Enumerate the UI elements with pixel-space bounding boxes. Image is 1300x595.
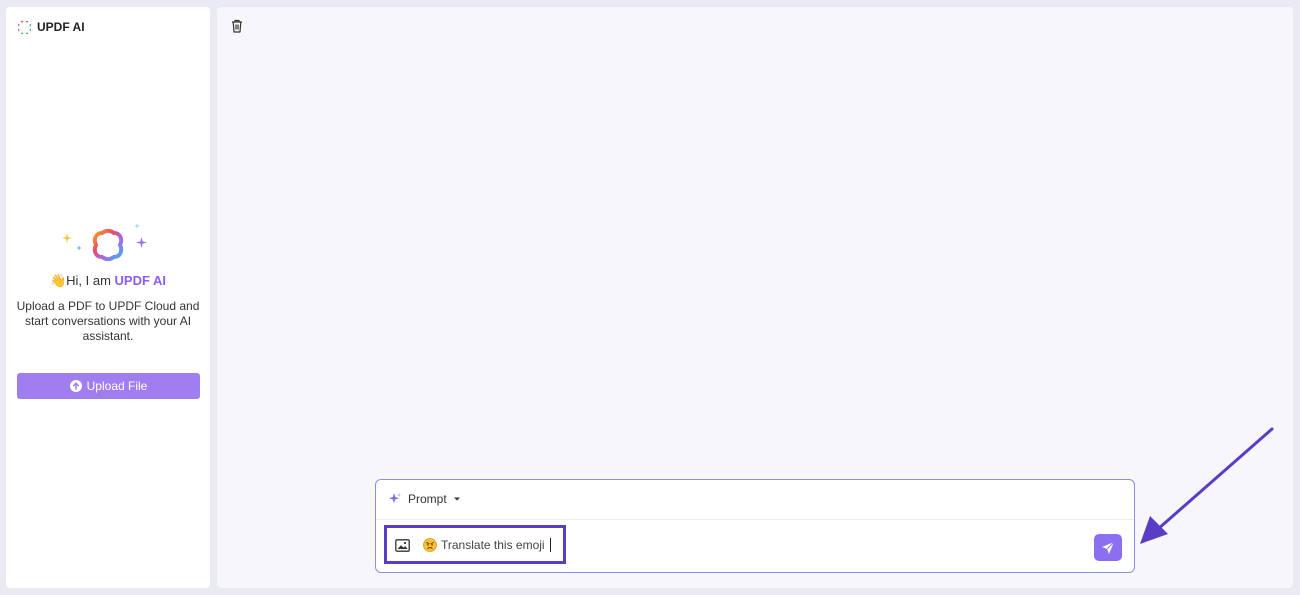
trash-icon bbox=[232, 19, 242, 33]
updf-ai-logo-icon bbox=[92, 229, 124, 261]
app-window: UPDF AI 👋Hi, I am UPDF AI Upload a PDF t… bbox=[0, 0, 1300, 595]
send-button[interactable] bbox=[1094, 534, 1122, 561]
welcome-hero: 👋Hi, I am UPDF AI Upload a PDF to UPDF C… bbox=[6, 223, 210, 344]
sparkle-yellow-icon bbox=[62, 233, 72, 243]
intro-text: Upload a PDF to UPDF Cloud and start con… bbox=[16, 299, 200, 343]
sidebar: UPDF AI 👋Hi, I am UPDF AI Upload a PDF t… bbox=[6, 7, 210, 588]
send-icon bbox=[1102, 541, 1115, 554]
greeting: 👋Hi, I am UPDF AI bbox=[6, 273, 210, 289]
sparkle-icon bbox=[389, 493, 401, 504]
upload-file-button[interactable]: Upload File bbox=[17, 373, 200, 399]
chat-input-text: Translate this emoji bbox=[441, 538, 545, 552]
image-icon bbox=[395, 539, 410, 552]
brand: UPDF AI bbox=[18, 20, 85, 34]
brand-name: UPDF AI bbox=[37, 20, 85, 34]
chat-input-box: Prompt Translate this emoji bbox=[375, 479, 1135, 573]
upload-file-label: Upload File bbox=[86, 379, 148, 393]
prompt-label: Prompt bbox=[408, 492, 447, 506]
caret-down-icon bbox=[453, 497, 460, 501]
attach-image-button[interactable] bbox=[395, 539, 410, 552]
sparkle-small-icon bbox=[134, 223, 140, 229]
prompt-dropdown[interactable]: Prompt bbox=[388, 492, 461, 506]
wave-emoji-icon: 👋 bbox=[49, 273, 67, 288]
sparkle-dot-icon bbox=[76, 245, 82, 251]
hero-logo-area bbox=[6, 223, 210, 267]
annotation-arrow bbox=[1128, 424, 1278, 549]
clear-chat-button[interactable] bbox=[231, 19, 243, 33]
text-caret bbox=[549, 538, 551, 552]
angry-face-emoji-icon bbox=[423, 538, 437, 552]
updf-logo-icon bbox=[18, 20, 31, 34]
arrow-up-circle-icon bbox=[69, 380, 82, 392]
greeting-brand: UPDF AI bbox=[114, 273, 167, 288]
greeting-prefix: Hi, I am bbox=[66, 273, 115, 288]
chat-input[interactable]: Translate this emoji bbox=[423, 538, 551, 552]
sparkle-purple-icon bbox=[136, 237, 147, 248]
divider bbox=[376, 519, 1134, 520]
